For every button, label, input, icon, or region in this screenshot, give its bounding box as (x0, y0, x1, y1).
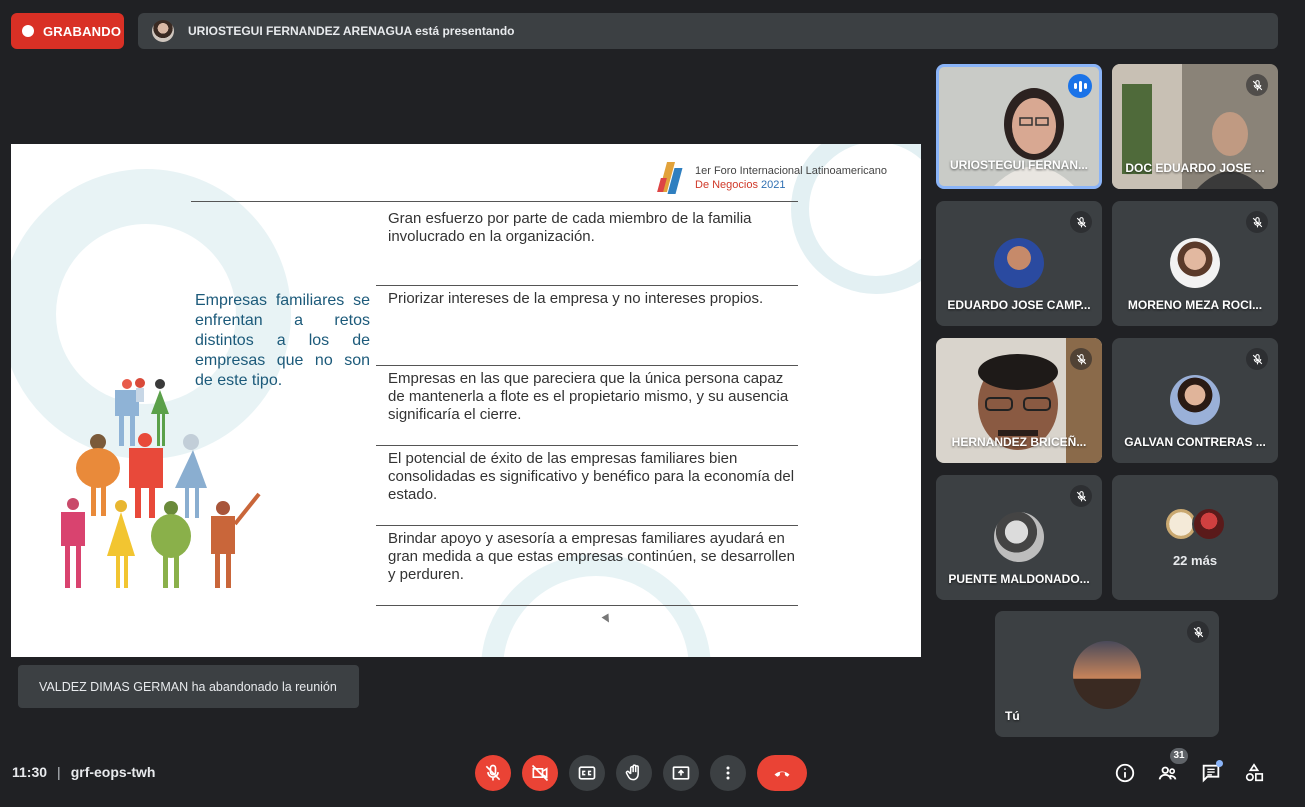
mic-off-icon (1070, 485, 1092, 507)
forum-logo: 1er Foro Internacional Latinoamericano D… (657, 160, 888, 196)
meeting-time: 11:30 (12, 764, 48, 780)
closed-caption-icon (578, 766, 596, 780)
presenting-text: URIOSTEGUI FERNANDEZ ARENAGUA está prese… (188, 24, 515, 38)
mic-off-icon (1246, 348, 1268, 370)
slide-row: El potencial de éxito de las empresas fa… (376, 446, 798, 526)
participant-tile[interactable]: MORENO MEZA ROCI... (1112, 201, 1278, 326)
more-vert-icon (726, 766, 730, 780)
present-screen-button[interactable] (663, 755, 699, 791)
raise-hand-button[interactable] (616, 755, 652, 791)
participant-name: MORENO MEZA ROCI... (1127, 298, 1263, 312)
participant-name: GALVAN CONTRERAS ... (1124, 435, 1266, 449)
mic-off-icon (1246, 74, 1268, 96)
avatar (1170, 375, 1220, 425)
avatar (1170, 238, 1220, 288)
forum-logo-line2: De Negocios (695, 179, 758, 191)
activities-button[interactable] (1242, 761, 1266, 785)
participant-tile[interactable]: GALVAN CONTRERAS ... (1112, 338, 1278, 463)
slide-row: Priorizar intereses de la empresa y no i… (376, 286, 798, 366)
presenting-banner[interactable]: URIOSTEGUI FERNANDEZ ARENAGUA está prese… (138, 13, 1278, 49)
leave-call-button[interactable] (757, 755, 807, 791)
avatar (994, 512, 1044, 562)
record-dot-icon (22, 25, 34, 37)
mic-off-icon (1246, 211, 1268, 233)
participant-count-badge: 31 (1170, 748, 1188, 764)
mic-off-icon (485, 764, 501, 781)
presenter-avatar (152, 20, 174, 42)
participant-name: DOC EDUARDO JOSE ... (1125, 161, 1265, 175)
avatar (1073, 641, 1141, 709)
activities-icon (1245, 763, 1264, 782)
forum-logo-year: 2021 (761, 179, 786, 191)
avatar (994, 238, 1044, 288)
slide-row: Empresas en las que pareciera que la úni… (376, 366, 798, 446)
more-options-button[interactable] (710, 755, 746, 791)
slide-divider (191, 201, 798, 202)
info-icon (1115, 763, 1135, 783)
captions-button[interactable] (569, 755, 605, 791)
camera-toggle-button[interactable] (522, 755, 558, 791)
meeting-details: 11:30 | grf-eops-twh (12, 764, 155, 780)
mic-off-icon (1187, 621, 1209, 643)
avatar (1192, 507, 1226, 541)
participant-tile[interactable]: DOC EDUARDO JOSE ... (1112, 64, 1278, 189)
slide-row: Gran esfuerzo por parte de cada miembro … (376, 206, 798, 286)
videocam-off-icon (531, 764, 549, 782)
participant-tile[interactable]: URIOSTEGUI FERNAN... (936, 64, 1102, 189)
forum-logo-line1: 1er Foro Internacional Latinoamericano (695, 165, 888, 177)
forum-logo-icon (657, 160, 685, 196)
recording-label: GRABANDO (43, 23, 122, 39)
speaking-indicator-icon (1068, 74, 1092, 98)
more-participants-label: 22 más (1172, 553, 1218, 568)
present-screen-icon (672, 766, 690, 780)
family-figures-illustration (61, 378, 261, 588)
meeting-code: grf-eops-twh (70, 764, 156, 780)
participant-name: PUENTE MALDONADO... (948, 572, 1090, 586)
more-participants-tile[interactable]: 22 más (1112, 475, 1278, 600)
mic-off-icon (1070, 211, 1092, 233)
people-icon (1158, 766, 1177, 780)
meeting-info-button[interactable] (1113, 761, 1137, 785)
slide-rows: Gran esfuerzo por parte de cada miembro … (376, 206, 798, 606)
notification-toast: VALDEZ DIMAS GERMAN ha abandonado la reu… (18, 665, 359, 708)
slide-row: Brindar apoyo y asesoría a empresas fami… (376, 526, 798, 606)
call-end-icon (774, 771, 790, 777)
participant-tile[interactable]: HERNANDEZ BRICEÑ... (936, 338, 1102, 463)
more-participants-avatars (1164, 507, 1228, 541)
participant-name: EDUARDO JOSE CAMP... (947, 298, 1091, 312)
chat-unread-dot (1216, 760, 1223, 767)
participant-tile[interactable]: EDUARDO JOSE CAMP... (936, 201, 1102, 326)
recording-badge[interactable]: GRABANDO (11, 13, 124, 49)
raise-hand-icon (625, 764, 639, 781)
participant-name: URIOSTEGUI FERNAN... (949, 158, 1088, 172)
shared-slide: 1er Foro Internacional Latinoamericano D… (11, 144, 921, 657)
mic-off-icon (1070, 348, 1092, 370)
meeting-separator: | (57, 764, 61, 780)
self-tile[interactable]: Tú (995, 611, 1219, 737)
participants-button[interactable] (1156, 761, 1180, 785)
participant-tile[interactable]: PUENTE MALDONADO... (936, 475, 1102, 600)
participant-name: HERNANDEZ BRICEÑ... (951, 435, 1087, 449)
self-name: Tú (1005, 709, 1020, 723)
microphone-toggle-button[interactable] (475, 755, 511, 791)
